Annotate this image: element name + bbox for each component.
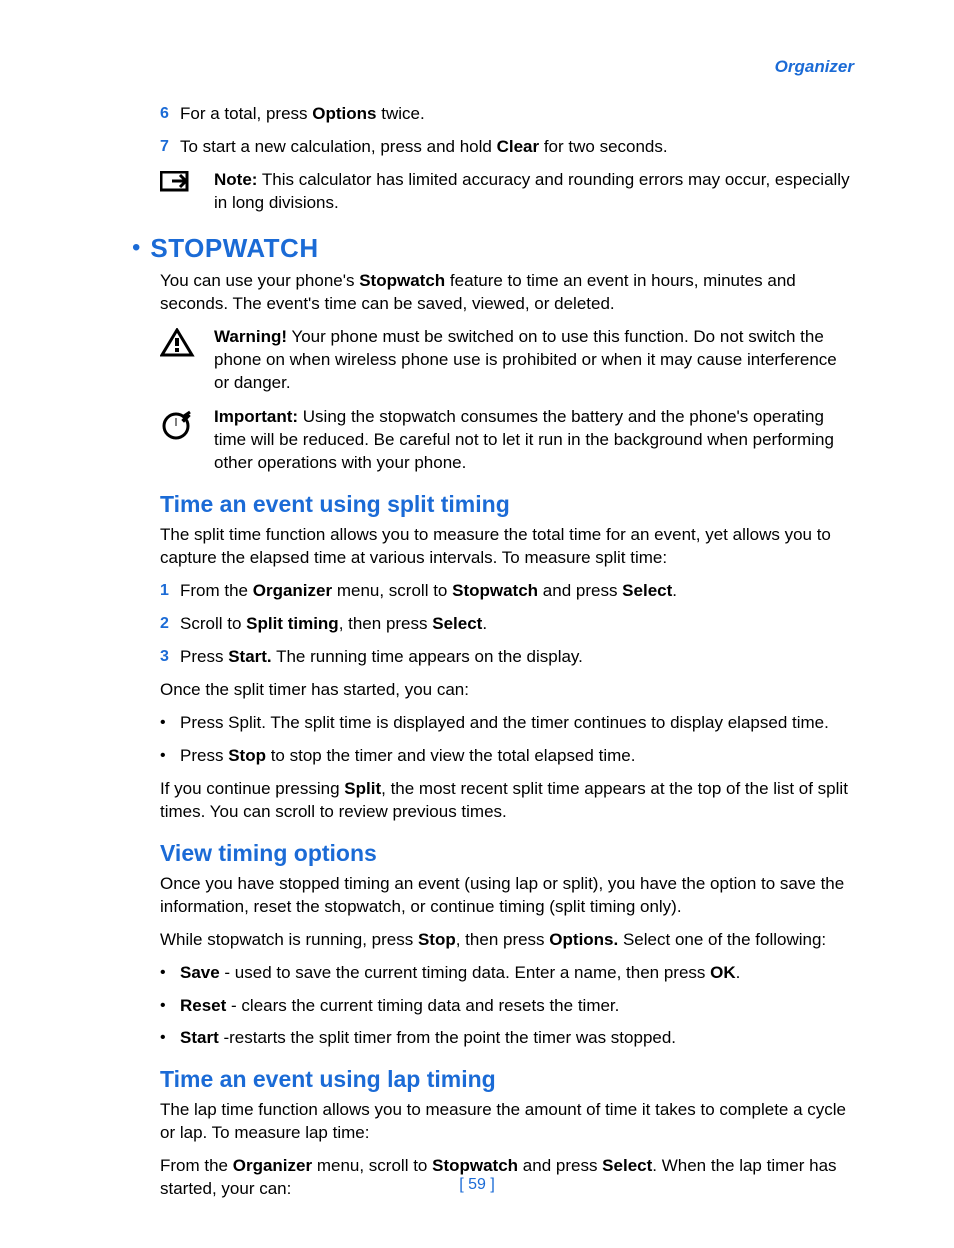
page-number: [ 59 ] [0, 1174, 954, 1196]
step-number: 7 [160, 136, 180, 159]
step-7: 7 To start a new calculation, press and … [160, 136, 854, 159]
split-step-1: 1 From the Organizer menu, scroll to Sto… [160, 580, 854, 603]
list-text: Start -restarts the split timer from the… [180, 1027, 854, 1050]
step-text: Press Start. The running time appears on… [180, 646, 854, 669]
split-step-2: 2 Scroll to Split timing, then press Sel… [160, 613, 854, 636]
step-number: 1 [160, 580, 180, 603]
subheading-split-timing: Time an event using split timing [160, 489, 854, 520]
list-text: Save - used to save the current timing d… [180, 962, 854, 985]
step-number: 6 [160, 103, 180, 126]
list-item: • Press Stop to stop the timer and view … [160, 745, 854, 768]
list-item: • Start -restarts the split timer from t… [160, 1027, 854, 1050]
view-while: While stopwatch is running, press Stop, … [160, 929, 854, 952]
step-number: 3 [160, 646, 180, 669]
split-continue: If you continue pressing Split, the most… [160, 778, 854, 824]
running-header: Organizer [160, 56, 854, 79]
list-item: • Reset - clears the current timing data… [160, 995, 854, 1018]
note-callout: Note: This calculator has limited accura… [160, 169, 854, 215]
list-item: • Press Split. The split time is display… [160, 712, 854, 735]
view-intro: Once you have stopped timing an event (u… [160, 873, 854, 919]
bullet-icon: • [160, 745, 180, 768]
warning-callout: Warning! Your phone must be switched on … [160, 326, 854, 395]
warning-icon [160, 326, 206, 395]
step-6: 6 For a total, press Options twice. [160, 103, 854, 126]
warning-text: Warning! Your phone must be switched on … [206, 326, 854, 395]
bullet-icon: • [160, 995, 180, 1018]
list-text: Press Stop to stop the timer and view th… [180, 745, 854, 768]
note-text: Note: This calculator has limited accura… [206, 169, 854, 215]
list-text: Press Split. The split time is displayed… [180, 712, 854, 735]
important-text: Important: Using the stopwatch consumes … [206, 406, 854, 475]
note-icon [160, 169, 206, 215]
split-step-3: 3 Press Start. The running time appears … [160, 646, 854, 669]
bullet-icon: • [132, 236, 140, 260]
bullet-icon: • [160, 712, 180, 735]
list-text: Reset - clears the current timing data a… [180, 995, 854, 1018]
step-text: Scroll to Split timing, then press Selec… [180, 613, 854, 636]
step-text: To start a new calculation, press and ho… [180, 136, 854, 159]
stopwatch-intro: You can use your phone's Stopwatch featu… [160, 270, 854, 316]
subheading-lap-timing: Time an event using lap timing [160, 1064, 854, 1095]
step-text: From the Organizer menu, scroll to Stopw… [180, 580, 854, 603]
important-callout: Important: Using the stopwatch consumes … [160, 406, 854, 475]
subheading-view-options: View timing options [160, 838, 854, 869]
split-intro: The split time function allows you to me… [160, 524, 854, 570]
split-once: Once the split timer has started, you ca… [160, 679, 854, 702]
heading-text: STOPWATCH [150, 231, 318, 266]
step-text: For a total, press Options twice. [180, 103, 854, 126]
section-heading-stopwatch: • STOPWATCH [132, 231, 854, 266]
lap-intro: The lap time function allows you to meas… [160, 1099, 854, 1145]
important-icon [160, 406, 206, 475]
list-item: • Save - used to save the current timing… [160, 962, 854, 985]
manual-page: Organizer 6 For a total, press Options t… [0, 0, 954, 1248]
bullet-icon: • [160, 1027, 180, 1050]
step-number: 2 [160, 613, 180, 636]
bullet-icon: • [160, 962, 180, 985]
